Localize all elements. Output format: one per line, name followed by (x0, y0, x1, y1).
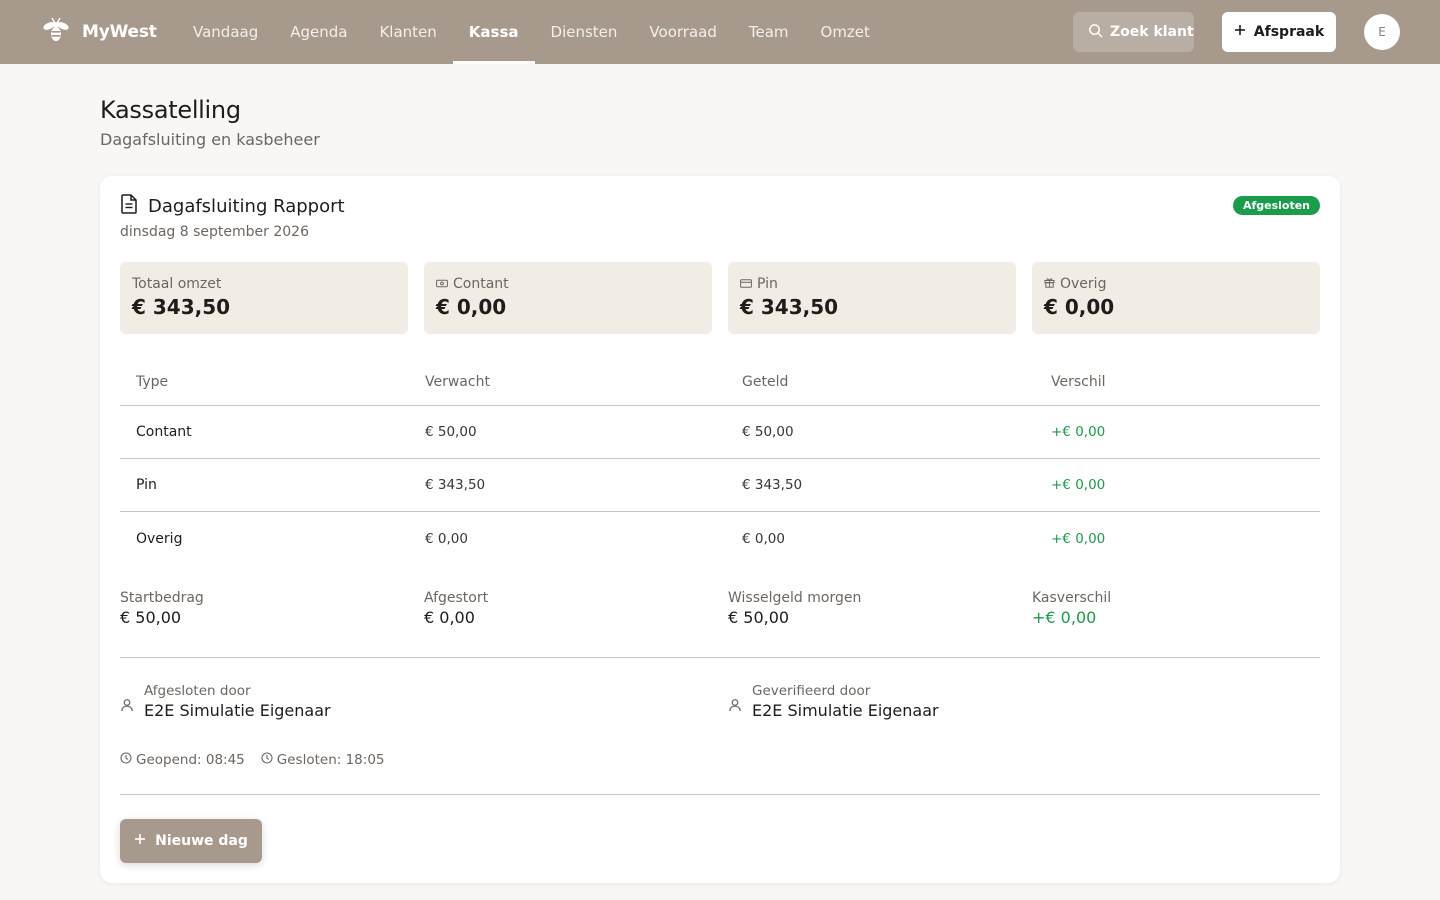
closed-label: Gesloten: 18:05 (276, 752, 385, 768)
table-row: Overig € 0,00 € 0,00 +€ 0,00 (120, 512, 1320, 565)
top-navigation-bar: MyWest Vandaag Agenda Klanten Kassa Dien… (0, 0, 1440, 64)
clock-icon (120, 752, 132, 768)
opened-time: Geopend: 08:45 (120, 752, 245, 768)
banknote-icon (436, 276, 448, 292)
user-icon (120, 697, 134, 720)
verified-by: Geverifieerd door E2E Simulatie Eigenaar (728, 683, 1320, 720)
opened-label: Geopend: 08:45 (136, 752, 245, 768)
summary-label: Wisselgeld morgen (728, 590, 862, 606)
summary-value: € 50,00 (120, 608, 182, 627)
closed-by-name: E2E Simulatie Eigenaar (144, 701, 331, 720)
search-client-button[interactable]: Zoek klant (1073, 12, 1194, 52)
summary-start-amount: Startbedrag € 50,00 (120, 590, 408, 631)
cell-difference: +€ 0,00 (1051, 530, 1106, 547)
closed-by: Afgesloten door E2E Simulatie Eigenaar (120, 683, 712, 720)
search-icon (1088, 23, 1103, 42)
column-header-type: Type (136, 373, 169, 390)
stat-label: Totaal omzet (132, 276, 222, 292)
add-appointment-label: Afspraak (1253, 24, 1325, 40)
stat-value: € 0,00 (436, 295, 507, 319)
nav-item-diensten[interactable]: Diensten (535, 0, 634, 64)
summary-label: Startbedrag (120, 590, 204, 606)
summary-value: € 0,00 (424, 608, 475, 627)
stat-card: Pin € 343,50 (728, 262, 1016, 334)
user-icon (728, 697, 742, 720)
column-header-expected: Verwacht (425, 373, 490, 390)
plus-icon (1234, 24, 1246, 40)
stat-label: Contant (453, 276, 509, 292)
user-avatar[interactable]: E (1364, 14, 1400, 50)
cell-expected: € 50,00 (425, 424, 477, 440)
table-header: Type Verwacht Geteld Verschil (120, 358, 1320, 406)
page-subtitle: Dagafsluiting en kasbeheer (100, 130, 320, 149)
day-closing-report-card: Dagafsluiting Rapport dinsdag 8 septembe… (100, 176, 1340, 883)
cell-expected: € 343,50 (425, 477, 486, 493)
report-date: dinsdag 8 september 2026 (120, 224, 309, 240)
new-day-button[interactable]: Nieuwe dag (120, 819, 262, 863)
brand-name: MyWest (82, 22, 157, 42)
summary-cash-difference: Kasverschil +€ 0,00 (1032, 590, 1320, 631)
status-badge: Afgesloten (1232, 196, 1320, 215)
report-title: Dagafsluiting Rapport (148, 195, 345, 217)
cash-count-table: Type Verwacht Geteld Verschil Contant € … (120, 358, 1320, 565)
closing-persons: Afgesloten door E2E Simulatie Eigenaar G… (120, 683, 1320, 720)
stat-total-revenue: Totaal omzet € 343,50 (120, 262, 408, 334)
stat-label: Overig (1060, 276, 1107, 292)
summary-value: +€ 0,00 (1032, 608, 1097, 627)
nav-item-vandaag[interactable]: Vandaag (177, 0, 274, 64)
stat-value: € 0,00 (1044, 295, 1115, 319)
gift-icon (1044, 276, 1055, 292)
page-title: Kassatelling (100, 96, 241, 124)
summary-value: € 50,00 (728, 608, 790, 627)
nav-item-kassa[interactable]: Kassa (452, 0, 535, 64)
bee-logo-icon (40, 14, 72, 50)
cell-type: Contant (136, 424, 192, 440)
cell-type: Pin (136, 477, 157, 493)
nav-item-omzet[interactable]: Omzet (805, 0, 886, 64)
column-header-difference: Verschil (1051, 373, 1106, 390)
new-day-label: Nieuwe dag (155, 833, 248, 849)
nav-item-team[interactable]: Team (733, 0, 805, 64)
search-client-label: Zoek klant (1110, 24, 1194, 40)
cash-summary: Startbedrag € 50,00 Afgestort € 0,00 Wis… (120, 590, 1320, 658)
summary-deposited: Afgestort € 0,00 (424, 590, 712, 631)
stat-value: € 343,50 (132, 295, 231, 319)
stat-cash: Contant € 0,00 (424, 262, 712, 334)
stat-other: Overig € 0,00 (1032, 262, 1320, 334)
summary-change-tomorrow: Wisselgeld morgen € 50,00 (728, 590, 1016, 631)
cell-expected: € 0,00 (425, 530, 468, 547)
cell-type: Overig (136, 530, 183, 547)
add-appointment-button[interactable]: Afspraak (1222, 12, 1336, 52)
clock-icon (261, 752, 273, 768)
table-row: Pin € 343,50 € 343,50 +€ 0,00 (120, 459, 1320, 512)
table-row: Contant € 50,00 € 50,00 +€ 0,00 (120, 406, 1320, 459)
brand[interactable]: MyWest (40, 0, 157, 64)
summary-label: Kasverschil (1032, 590, 1112, 606)
column-header-counted: Geteld (742, 373, 789, 390)
nav-item-klanten[interactable]: Klanten (363, 0, 452, 64)
stat-label: Pin (757, 276, 778, 292)
closed-by-label: Afgesloten door (144, 683, 251, 699)
summary-label: Afgestort (424, 590, 489, 606)
main-nav: Vandaag Agenda Klanten Kassa Diensten Vo… (177, 0, 886, 64)
verified-by-name: E2E Simulatie Eigenaar (752, 701, 939, 720)
cell-counted: € 343,50 (742, 477, 803, 493)
document-icon (120, 194, 138, 218)
cell-difference: +€ 0,00 (1051, 424, 1106, 440)
report-header: Dagafsluiting Rapport (120, 194, 345, 218)
plus-icon (134, 833, 146, 849)
nav-item-agenda[interactable]: Agenda (274, 0, 363, 64)
revenue-stats: Totaal omzet € 343,50 Contant € 0,00 Pin… (120, 262, 1320, 334)
cell-counted: € 0,00 (742, 530, 785, 547)
opening-times: Geopend: 08:45 Gesloten: 18:05 (120, 752, 385, 768)
credit-card-icon (740, 276, 752, 292)
stat-value: € 343,50 (740, 295, 839, 319)
closed-time: Gesloten: 18:05 (261, 752, 385, 768)
cell-difference: +€ 0,00 (1051, 477, 1106, 493)
nav-item-voorraad[interactable]: Voorraad (633, 0, 732, 64)
divider (120, 794, 1320, 795)
cell-counted: € 50,00 (742, 424, 794, 440)
verified-by-label: Geverifieerd door (752, 683, 871, 699)
